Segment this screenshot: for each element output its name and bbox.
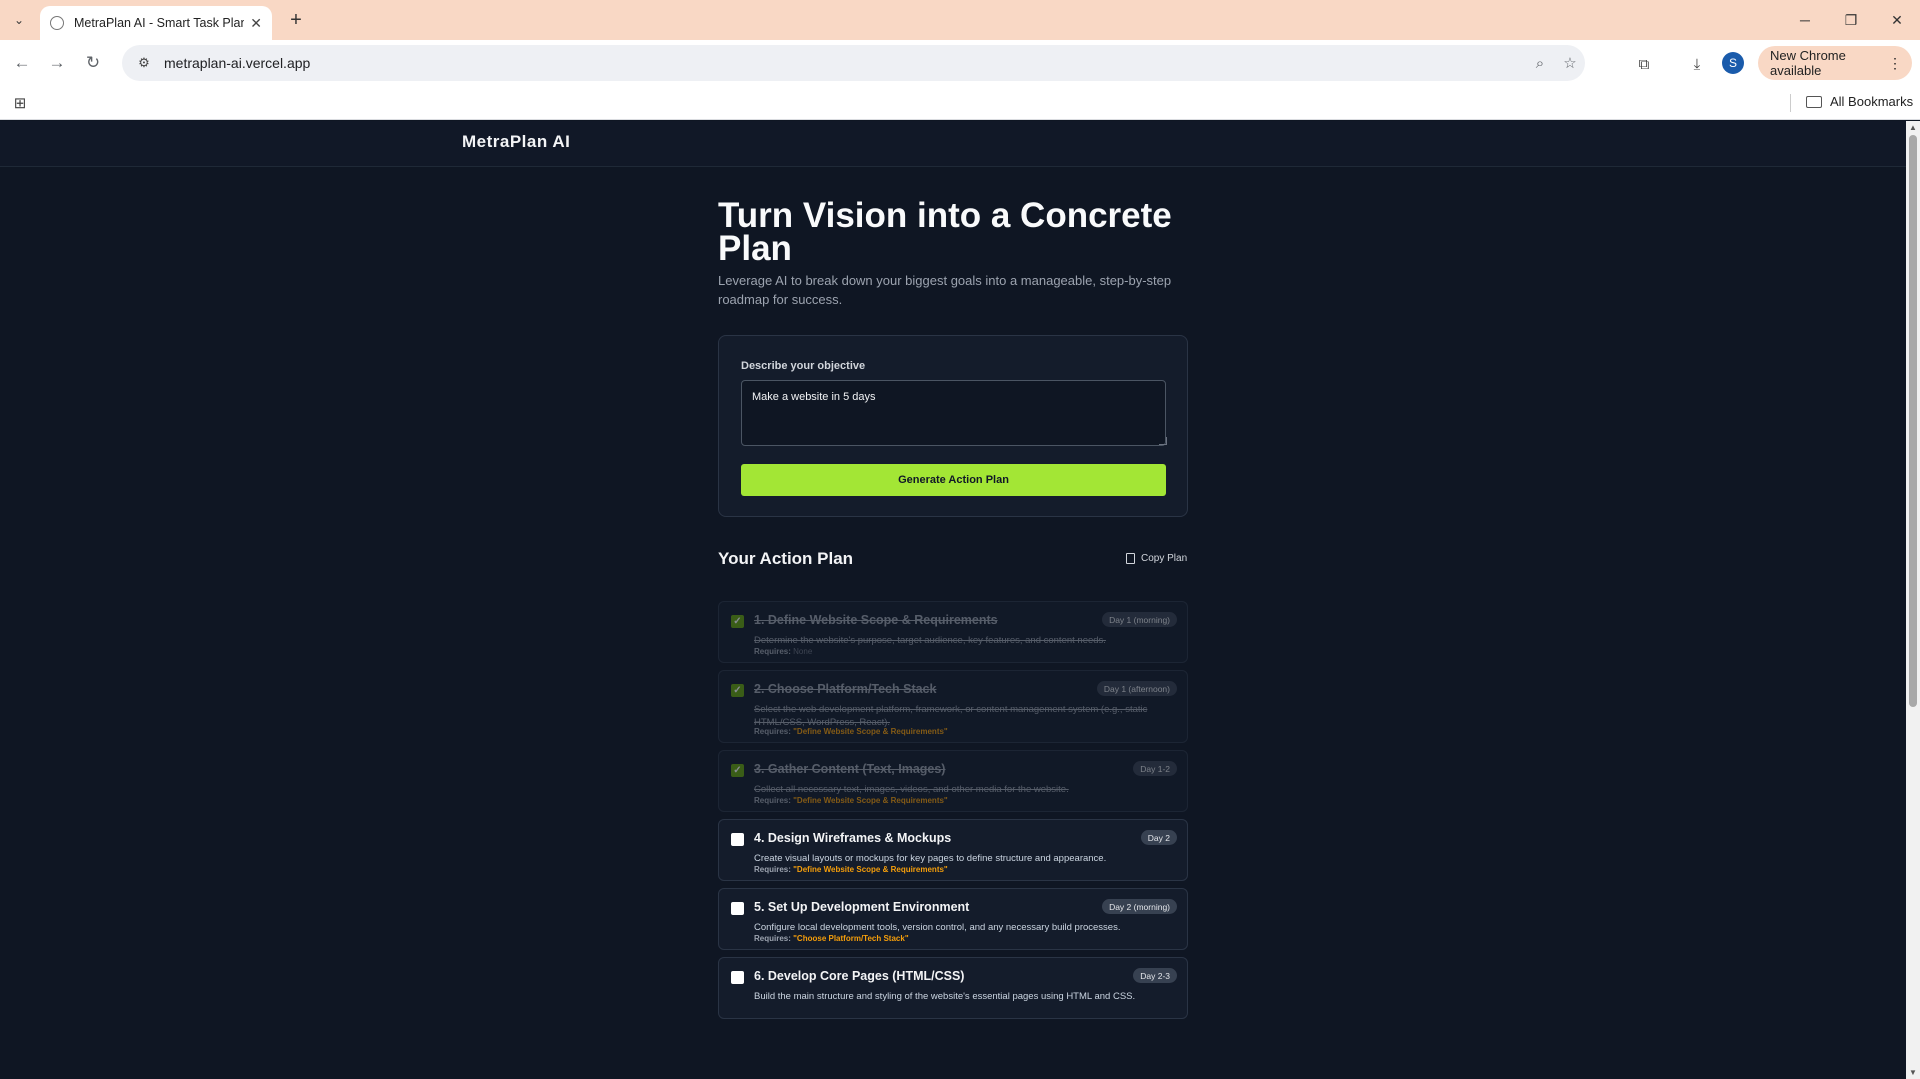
- new-tab-icon[interactable]: +: [284, 8, 308, 32]
- plan-title: Your Action Plan: [718, 549, 854, 568]
- more-menu-icon[interactable]: ⋮: [1888, 55, 1902, 72]
- task-checkbox[interactable]: [731, 971, 744, 984]
- task-description: Select the web development platform, fra…: [754, 704, 1148, 728]
- zoom-icon[interactable]: ⌕: [1525, 55, 1555, 72]
- generate-plan-button[interactable]: Generate Action Plan: [741, 464, 1166, 496]
- task-title: 4. Design Wireframes & Mockups: [754, 831, 952, 845]
- requires-value: "Define Website Scope & Requirements": [793, 865, 948, 874]
- forward-icon[interactable]: →: [45, 51, 69, 75]
- copy-icon: [1126, 553, 1135, 564]
- brand-logo[interactable]: MetraPlan AI: [462, 132, 570, 152]
- requires-value: "Choose Platform/Tech Stack": [793, 934, 909, 943]
- task-card: ✓ 1. Define Website Scope & Requirements…: [718, 601, 1188, 663]
- requires-value: "Define Website Scope & Requirements": [793, 727, 948, 736]
- back-icon[interactable]: ←: [10, 51, 34, 75]
- copy-plan-label: Copy Plan: [1141, 553, 1188, 564]
- scroll-up-icon[interactable]: ▲: [1909, 123, 1917, 132]
- task-description: Create visual layouts or mockups for key…: [754, 853, 1107, 864]
- tab-title: MetraPlan AI - Smart Task Planner: [74, 16, 245, 30]
- scroll-thumb[interactable]: [1909, 135, 1917, 707]
- scroll-down-icon[interactable]: ▼: [1909, 1068, 1917, 1077]
- hero-title: Turn Vision into a Concrete Plan: [718, 196, 1172, 268]
- requires-label: Requires:: [754, 647, 791, 656]
- task-badge: Day 1-2: [1133, 761, 1177, 776]
- task-checkbox[interactable]: [731, 902, 744, 915]
- bookmarks-divider: [1790, 94, 1791, 112]
- objective-input[interactable]: Make a website in 5 days: [741, 380, 1166, 446]
- resize-handle[interactable]: [1159, 437, 1167, 445]
- task-requires: Requires: "Define Website Scope & Requir…: [754, 796, 948, 805]
- apps-grid-icon[interactable]: ⊞: [10, 93, 30, 113]
- task-badge: Day 1 (afternoon): [1096, 681, 1177, 696]
- task-title: 3. Gather Content (Text, Images): [754, 762, 946, 776]
- globe-icon: [50, 16, 64, 30]
- requires-value: "Define Website Scope & Requirements": [793, 796, 948, 805]
- task-card: 6. Develop Core Pages (HTML/CSS) Day 2-3…: [718, 957, 1188, 1019]
- task-requires: Requires: "Choose Platform/Tech Stack": [754, 934, 909, 943]
- chrome-update-label: New Chrome available: [1770, 48, 1846, 78]
- task-checkbox[interactable]: [731, 833, 744, 846]
- requires-label: Requires:: [754, 934, 791, 943]
- bookmarks-bar: ⊞ All Bookmarks: [0, 86, 1920, 120]
- close-window-icon[interactable]: ✕: [1882, 8, 1912, 32]
- bookmark-star-icon[interactable]: ☆: [1555, 54, 1585, 72]
- task-description: Determine the website's purpose, target …: [754, 635, 1106, 646]
- active-tab[interactable]: MetraPlan AI - Smart Task Planner ✕: [40, 6, 272, 40]
- reload-icon[interactable]: ↻: [81, 51, 105, 75]
- close-tab-icon[interactable]: ✕: [250, 15, 262, 32]
- task-title: 6. Develop Core Pages (HTML/CSS): [754, 969, 965, 983]
- copy-plan-button[interactable]: Copy Plan: [1126, 553, 1187, 564]
- profile-avatar[interactable]: S: [1722, 52, 1744, 74]
- tab-strip: ⌄ MetraPlan AI - Smart Task Planner ✕ + …: [0, 0, 1920, 40]
- requires-label: Requires:: [754, 865, 791, 874]
- app-header: MetraPlan AI: [0, 121, 1906, 167]
- task-checkbox[interactable]: ✓: [731, 615, 744, 628]
- objective-label: Describe your objective: [741, 360, 866, 372]
- task-checkbox[interactable]: ✓: [731, 764, 744, 777]
- page-viewport: MetraPlan AI Turn Vision into a Concrete…: [0, 121, 1906, 1079]
- requires-label: Requires:: [754, 727, 791, 736]
- task-badge: Day 2-3: [1133, 968, 1177, 983]
- requires-value: None: [793, 647, 813, 656]
- tab-search-icon[interactable]: ⌄: [8, 9, 30, 31]
- task-card: 5. Set Up Development Environment Day 2 …: [718, 888, 1188, 950]
- task-title: 2. Choose Platform/Tech Stack: [754, 682, 937, 696]
- chrome-update-button[interactable]: New Chrome available ⋮: [1758, 46, 1912, 80]
- all-bookmarks-button[interactable]: All Bookmarks: [1806, 94, 1913, 109]
- task-title: 5. Set Up Development Environment: [754, 900, 970, 914]
- task-description: Build the main structure and styling of …: [754, 991, 1136, 1002]
- task-requires: Requires: None: [754, 647, 812, 656]
- task-card: ✓ 3. Gather Content (Text, Images) Day 1…: [718, 750, 1188, 812]
- requires-label: Requires:: [754, 796, 791, 805]
- all-bookmarks-label: All Bookmarks: [1830, 94, 1914, 109]
- extensions-icon[interactable]: ⧉: [1633, 53, 1655, 75]
- objective-card: Describe your objective Make a website i…: [718, 335, 1188, 517]
- restore-icon[interactable]: ❐: [1836, 8, 1866, 32]
- task-description: Configure local development tools, versi…: [754, 922, 1121, 933]
- task-requires: Requires: "Define Website Scope & Requir…: [754, 727, 948, 736]
- hero-subtitle: Leverage AI to break down your biggest g…: [718, 273, 1172, 307]
- task-badge: Day 1 (morning): [1102, 612, 1177, 627]
- url-text[interactable]: metraplan-ai.vercel.app: [164, 55, 1525, 71]
- task-card: ✓ 2. Choose Platform/Tech Stack Day 1 (a…: [718, 670, 1188, 743]
- site-info-icon[interactable]: ⚙: [130, 55, 158, 71]
- task-requires: Requires: "Define Website Scope & Requir…: [754, 865, 948, 874]
- task-badge: Day 2: [1140, 830, 1177, 845]
- minimize-icon[interactable]: ─: [1790, 8, 1820, 32]
- task-title: 1. Define Website Scope & Requirements: [754, 613, 998, 627]
- page-scrollbar[interactable]: ▲ ▼: [1906, 121, 1920, 1079]
- browser-toolbar: ← → ↻ ⚙ metraplan-ai.vercel.app ⌕ ☆ ⧉ ⤓: [0, 40, 1920, 86]
- task-description: Collect all necessary text, images, vide…: [754, 784, 1069, 795]
- task-card: 4. Design Wireframes & Mockups Day 2 Cre…: [718, 819, 1188, 881]
- task-checkbox[interactable]: ✓: [731, 684, 744, 697]
- download-icon[interactable]: ⤓: [1686, 53, 1708, 75]
- task-badge: Day 2 (morning): [1102, 899, 1177, 914]
- folder-icon: [1806, 95, 1822, 108]
- address-bar[interactable]: ⚙ metraplan-ai.vercel.app ⌕ ☆: [122, 45, 1585, 81]
